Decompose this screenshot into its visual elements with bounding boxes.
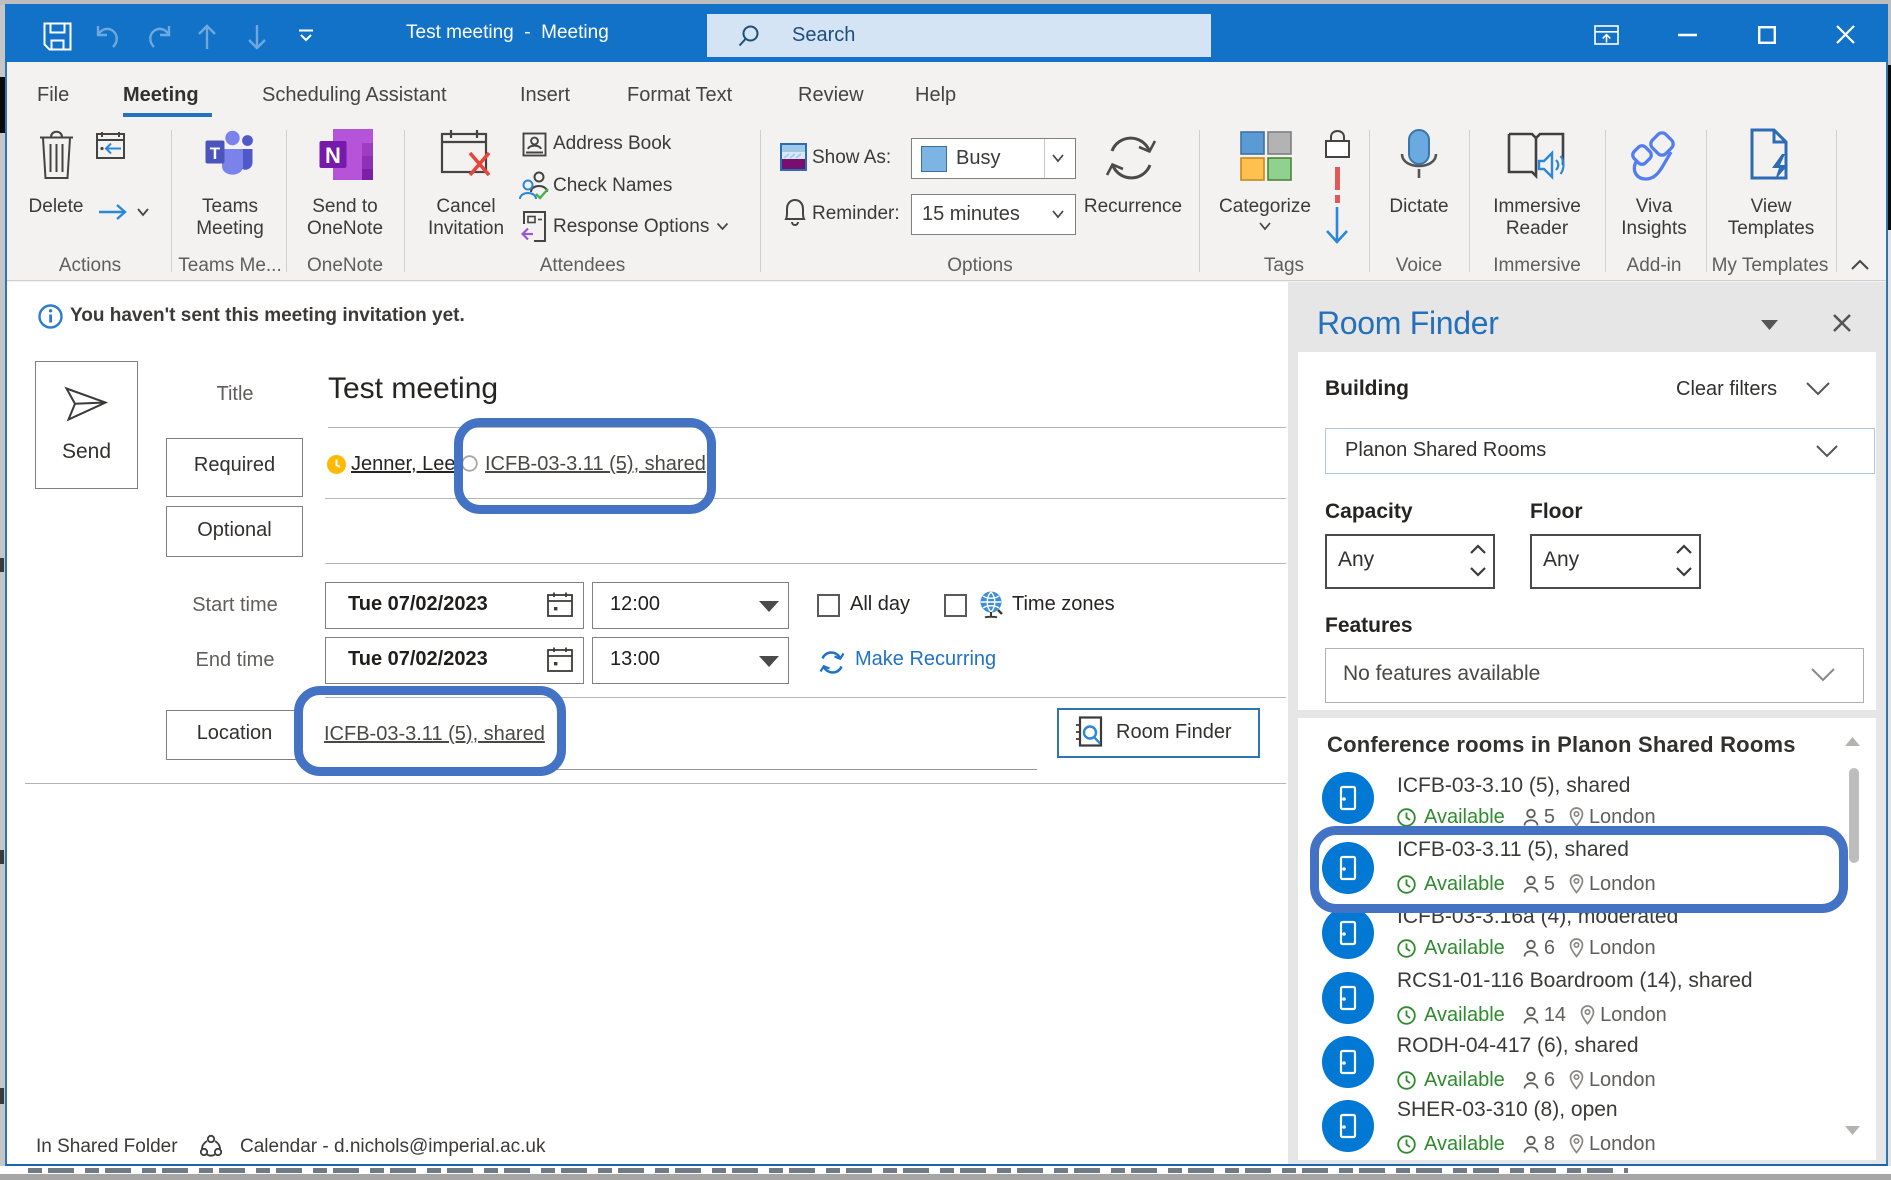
svg-text:T: T: [210, 144, 221, 163]
svg-text:N: N: [325, 143, 341, 168]
